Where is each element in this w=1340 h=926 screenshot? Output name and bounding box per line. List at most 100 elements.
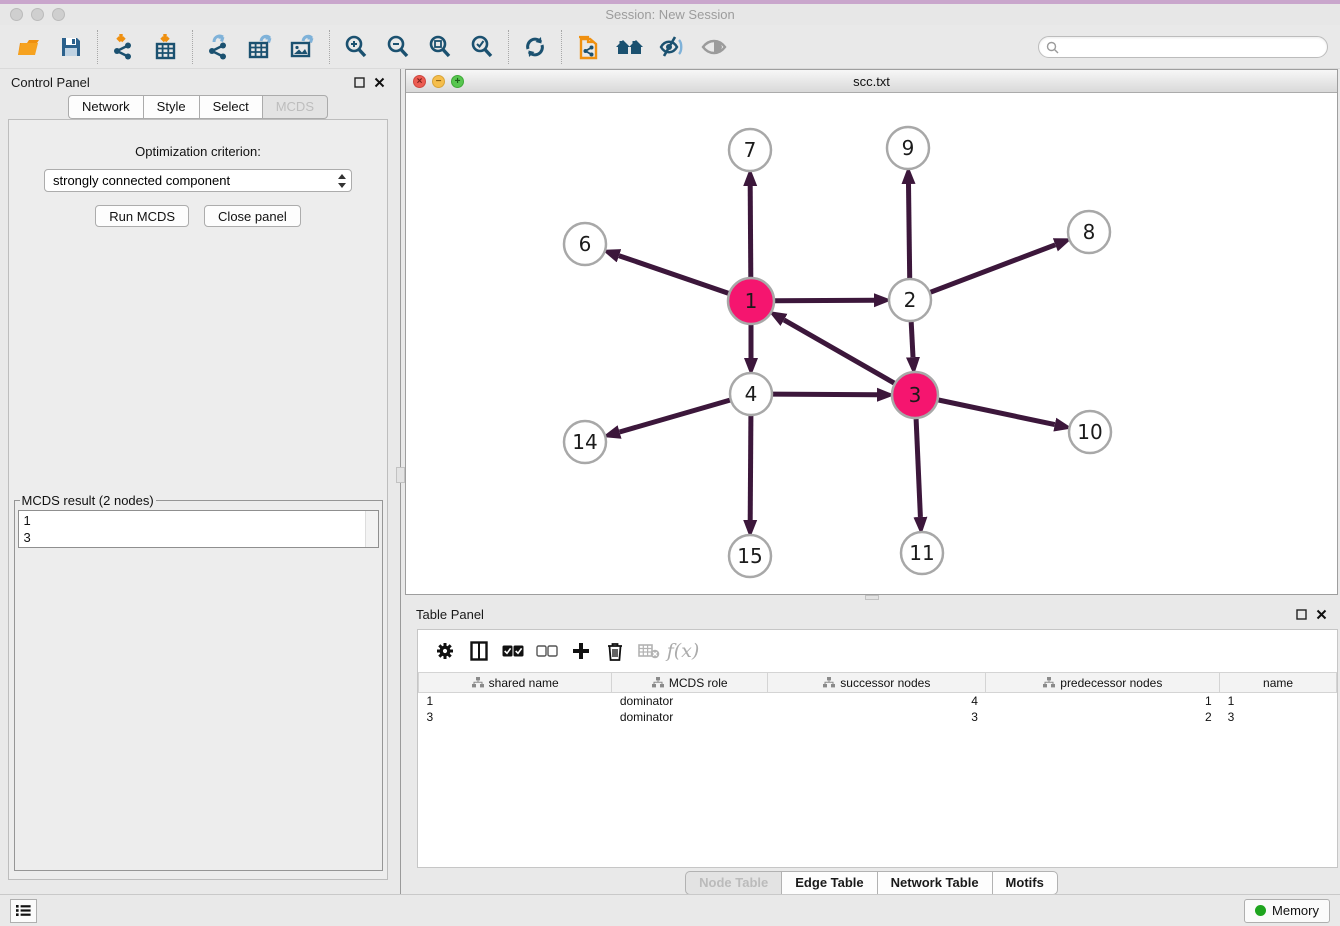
open-session-button[interactable] [8, 28, 50, 66]
node-14[interactable]: 14 [564, 421, 606, 463]
tab-mcds[interactable]: MCDS [262, 95, 328, 119]
horizontal-splitter[interactable] [405, 595, 1338, 601]
copy-view-button[interactable] [567, 28, 609, 66]
table-cell[interactable]: 1 [986, 693, 1220, 709]
column-header-name[interactable]: name [1220, 673, 1337, 693]
edge-2-8[interactable] [931, 245, 1056, 292]
splitter-grip[interactable] [865, 595, 879, 600]
import-network-button[interactable] [103, 28, 145, 66]
zoom-out-button[interactable] [377, 28, 419, 66]
splitter-grip[interactable] [396, 467, 405, 483]
reset-layout-home-button[interactable] [609, 28, 651, 66]
import-table-button[interactable] [145, 28, 187, 66]
delete-row-button[interactable] [598, 634, 632, 668]
column-pane-button[interactable] [462, 634, 496, 668]
table-body: 1dominator4113dominator323 [419, 693, 1337, 725]
function-builder-button[interactable]: f(x) [666, 634, 700, 668]
close-panel-button[interactable]: Close panel [204, 205, 301, 227]
export-image-button[interactable] [282, 28, 324, 66]
hide-graphics-details-button[interactable] [651, 28, 693, 66]
float-panel-icon[interactable] [1296, 609, 1307, 620]
deselect-all-button[interactable] [530, 634, 564, 668]
add-row-button[interactable] [564, 634, 598, 668]
tab-network[interactable]: Network [68, 95, 143, 119]
node-11[interactable]: 11 [901, 532, 943, 574]
edge-1-6[interactable] [619, 256, 728, 294]
network-maximize-button[interactable]: + [451, 75, 464, 88]
table-cell[interactable]: 3 [768, 709, 986, 725]
node-4[interactable]: 4 [730, 373, 772, 415]
table-cell[interactable]: dominator [612, 693, 768, 709]
optimization-criterion-value: strongly connected component [53, 173, 230, 188]
node-1[interactable]: 1 [728, 278, 774, 324]
network-close-button[interactable]: × [413, 75, 426, 88]
tab-motifs[interactable]: Motifs [992, 871, 1058, 895]
edge-3-10[interactable] [939, 400, 1055, 425]
node-10[interactable]: 10 [1069, 411, 1111, 453]
close-panel-icon[interactable] [1316, 609, 1327, 620]
result-scrollbar[interactable] [365, 511, 378, 547]
edge-1-7[interactable] [750, 186, 751, 277]
network-canvas[interactable]: 7 9 6 8 1 2 4 3 14 10 15 11 [406, 93, 1337, 594]
node-7[interactable]: 7 [729, 129, 771, 171]
node-2[interactable]: 2 [889, 279, 931, 321]
save-session-button[interactable] [50, 28, 92, 66]
table-cell[interactable]: 1 [419, 693, 612, 709]
edge-1-2[interactable] [775, 300, 874, 301]
optimization-criterion-select[interactable]: strongly connected component [44, 169, 352, 192]
column-header-shared-name[interactable]: shared name [419, 673, 612, 693]
column-header-MCDS-role[interactable]: MCDS role [612, 673, 768, 693]
function-icon: f(x) [667, 640, 700, 662]
vertical-splitter[interactable] [396, 69, 405, 894]
node-3[interactable]: 3 [892, 372, 938, 418]
show-graphics-button[interactable] [693, 28, 735, 66]
edge-2-3[interactable] [911, 322, 913, 357]
table-cell[interactable]: 2 [986, 709, 1220, 725]
node-table[interactable]: shared nameMCDS rolesuccessor nodesprede… [418, 672, 1337, 725]
network-minimize-button[interactable]: − [432, 75, 445, 88]
tab-edge-table[interactable]: Edge Table [781, 871, 876, 895]
table-row[interactable]: 3dominator323 [419, 709, 1337, 725]
zoom-fit-button[interactable] [419, 28, 461, 66]
zoom-in-button[interactable] [335, 28, 377, 66]
run-mcds-button[interactable]: Run MCDS [95, 205, 189, 227]
column-header-predecessor-nodes[interactable]: predecessor nodes [986, 673, 1220, 693]
close-window-button[interactable] [10, 8, 23, 21]
select-all-button[interactable] [496, 634, 530, 668]
tab-style[interactable]: Style [143, 95, 199, 119]
export-network-button[interactable] [198, 28, 240, 66]
table-cell[interactable]: 3 [419, 709, 612, 725]
table-cell[interactable]: 3 [1220, 709, 1337, 725]
zoom-fit-icon [427, 34, 453, 60]
table-cell[interactable]: 1 [1220, 693, 1337, 709]
close-panel-icon[interactable] [374, 77, 385, 88]
tab-node-table[interactable]: Node Table [685, 871, 781, 895]
maximize-window-button[interactable] [52, 8, 65, 21]
export-table-button[interactable] [240, 28, 282, 66]
table-cell[interactable]: dominator [612, 709, 768, 725]
node-6[interactable]: 6 [564, 223, 606, 265]
edge-4-15[interactable] [750, 416, 751, 520]
edge-4-14[interactable] [620, 400, 730, 432]
task-history-button[interactable] [10, 899, 37, 923]
memory-button[interactable]: Memory [1244, 899, 1330, 923]
table-row[interactable]: 1dominator411 [419, 693, 1337, 709]
minimize-window-button[interactable] [31, 8, 44, 21]
edge-2-9[interactable] [909, 184, 910, 278]
refresh-view-button[interactable] [514, 28, 556, 66]
table-settings-button[interactable] [428, 634, 462, 668]
tab-network-table[interactable]: Network Table [877, 871, 992, 895]
zoom-selected-button[interactable] [461, 28, 503, 66]
column-header-successor-nodes[interactable]: successor nodes [768, 673, 986, 693]
node-9[interactable]: 9 [887, 127, 929, 169]
node-8[interactable]: 8 [1068, 211, 1110, 253]
table-cell[interactable]: 4 [768, 693, 986, 709]
float-panel-icon[interactable] [354, 77, 365, 88]
tab-select[interactable]: Select [199, 95, 262, 119]
edge-3-1[interactable] [784, 320, 894, 383]
edge-3-11[interactable] [916, 419, 920, 517]
edge-4-3[interactable] [773, 394, 877, 395]
search-input[interactable] [1064, 40, 1320, 54]
node-15[interactable]: 15 [729, 535, 771, 577]
delete-table-button[interactable] [632, 634, 666, 668]
